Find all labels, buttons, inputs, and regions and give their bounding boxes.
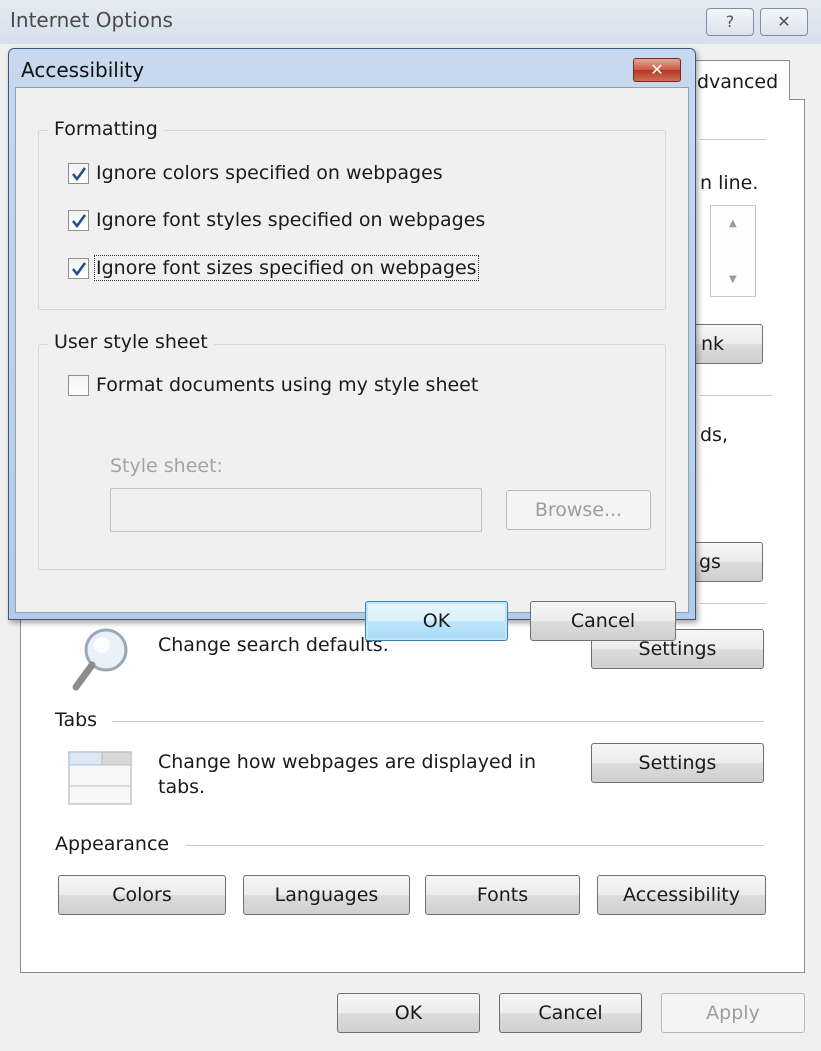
option-label: Ignore colors specified on webpages [96, 162, 443, 184]
tab-advanced-label: dvanced [697, 71, 779, 93]
search-description: Change search defaults. [158, 634, 389, 656]
partial-text-ds: ds, [700, 424, 728, 446]
option-ignore-font-sizes[interactable]: Ignore font sizes specified on webpages [68, 255, 479, 281]
checkbox[interactable] [68, 162, 89, 184]
search-magnifier-icon [72, 628, 128, 691]
help-button[interactable]: ? [706, 8, 754, 36]
fonts-button[interactable]: Fonts [425, 875, 580, 915]
partial-list-box[interactable]: ▲ ▼ [710, 205, 756, 297]
question-icon: ? [725, 12, 735, 31]
option-ignore-font-styles[interactable]: Ignore font styles specified on webpages [68, 209, 485, 231]
tabs-header-line [112, 721, 764, 722]
dialog-cancel-button[interactable]: Cancel [530, 601, 676, 641]
scroll-down-icon[interactable]: ▼ [729, 274, 737, 285]
window-titlebar[interactable]: Internet Options ? ✕ [0, 0, 821, 44]
option-label: Ignore font styles specified on webpages [96, 209, 486, 231]
separator [700, 395, 772, 396]
partial-text-line: n line. [700, 172, 759, 194]
option-ignore-colors[interactable]: Ignore colors specified on webpages [68, 162, 443, 184]
option-label: Ignore font sizes specified on webpages [94, 255, 479, 281]
window-title: Internet Options [10, 8, 173, 32]
separator [700, 603, 766, 604]
cancel-button[interactable]: Cancel [499, 993, 642, 1033]
ok-button[interactable]: OK [337, 993, 480, 1033]
checkbox[interactable] [68, 374, 89, 396]
appearance-section-header: Appearance [55, 833, 182, 855]
apply-button[interactable]: Apply [661, 993, 805, 1033]
user-style-sheet-group-label: User style sheet [48, 331, 214, 353]
checkmark-icon [71, 213, 87, 228]
close-icon: ✕ [650, 60, 664, 79]
style-sheet-input[interactable] [110, 488, 482, 532]
dialog-close-button[interactable]: ✕ [633, 58, 681, 82]
partial-button-nk[interactable]: nk [686, 324, 763, 364]
browse-button[interactable]: Browse... [506, 490, 651, 530]
close-window-button[interactable]: ✕ [760, 8, 808, 36]
separator [700, 139, 766, 140]
checkmark-icon [71, 261, 87, 276]
accessibility-button[interactable]: Accessibility [597, 875, 766, 915]
option-format-using-style-sheet[interactable]: Format documents using my style sheet [68, 374, 478, 396]
checkbox[interactable] [68, 209, 89, 231]
formatting-group-label: Formatting [48, 118, 164, 140]
tabs-description-line2: tabs. [158, 776, 206, 798]
accessibility-dialog: Accessibility ✕ Formatting Ignore colors… [8, 48, 696, 641]
languages-button[interactable]: Languages [243, 875, 410, 915]
option-label: Format documents using my style sheet [96, 374, 479, 396]
tabs-section-header: Tabs [55, 709, 110, 731]
style-sheet-field-label: Style sheet: [110, 455, 223, 477]
dialog-title: Accessibility [21, 58, 145, 82]
checkbox[interactable] [68, 257, 89, 279]
close-icon: ✕ [777, 12, 791, 31]
partial-button-gs[interactable]: gs [686, 542, 763, 582]
tabs-settings-button[interactable]: Settings [591, 743, 764, 783]
dialog-ok-button[interactable]: OK [365, 601, 508, 641]
dialog-body: Formatting Ignore colors specified on we… [15, 87, 689, 641]
tabs-icon [68, 751, 132, 805]
tabs-description-line1: Change how webpages are displayed in [158, 751, 537, 773]
checkmark-icon [71, 166, 87, 181]
colors-button[interactable]: Colors [58, 875, 226, 915]
tab-advanced[interactable]: dvanced [690, 60, 790, 100]
appearance-header-line [186, 845, 764, 846]
scroll-up-icon[interactable]: ▲ [729, 218, 737, 229]
